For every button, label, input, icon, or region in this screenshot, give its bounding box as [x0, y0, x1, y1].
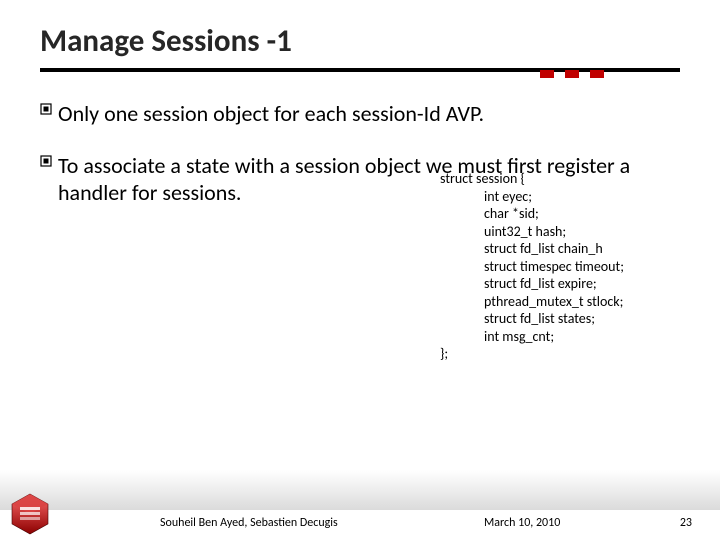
bullet-icon	[40, 152, 58, 167]
code-open: struct session {	[440, 170, 525, 187]
page-title: Manage Sessions -1	[0, 0, 720, 68]
logo-icon	[8, 492, 52, 536]
footer: Souheil Ben Ayed, Sebastien Decugis Marc…	[0, 494, 720, 540]
footer-page-number: 23	[680, 516, 692, 530]
code-line: struct fd_list expire;	[440, 275, 685, 293]
code-line: struct fd_list states;	[440, 310, 685, 328]
code-line: int msg_cnt;	[440, 328, 685, 346]
footer-authors: Souheil Ben Ayed, Sebastien Decugis	[160, 516, 338, 530]
footer-gradient	[0, 470, 720, 510]
code-line: int eyec;	[440, 188, 685, 206]
code-line: pthread_mutex_t stlock;	[440, 293, 685, 311]
code-line: struct timespec timeout;	[440, 258, 685, 276]
accent-dashes	[540, 70, 604, 78]
code-close: };	[440, 345, 448, 362]
code-line: char *sid;	[440, 205, 685, 223]
bullet-icon	[40, 100, 58, 115]
bullet-1-text: Only one session object for each session…	[58, 100, 680, 128]
code-line: struct fd_list chain_h	[440, 240, 685, 258]
content-area: Only one session object for each session…	[40, 100, 680, 231]
bullet-1: Only one session object for each session…	[40, 100, 680, 128]
slide: Manage Sessions -1 Only one session obje…	[0, 0, 720, 540]
code-struct: struct session { int eyec; char *sid; ui…	[440, 170, 685, 363]
footer-date: March 10, 2010	[484, 516, 560, 530]
code-line: uint32_t hash;	[440, 223, 685, 241]
